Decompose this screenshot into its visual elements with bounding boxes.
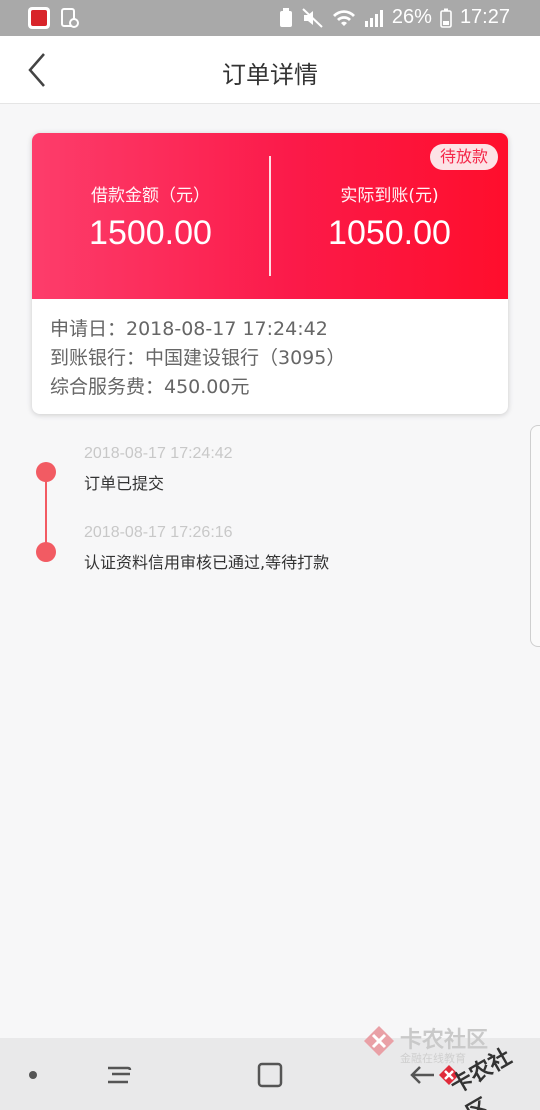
screen-record-icon bbox=[61, 8, 79, 28]
received-amount-label: 实际到账(元) bbox=[340, 186, 439, 206]
battery-icon bbox=[440, 8, 452, 28]
home-icon[interactable] bbox=[256, 1060, 284, 1090]
nav-bar: 订单详情 bbox=[0, 36, 540, 104]
service-fee: 综合服务费：450.00元 bbox=[50, 376, 250, 398]
signal-icon bbox=[364, 9, 383, 27]
status-badge: 待放款 bbox=[429, 144, 498, 170]
recent-apps-icon[interactable] bbox=[104, 1060, 134, 1090]
mute-icon bbox=[302, 7, 323, 28]
clock: 17:27 bbox=[459, 6, 510, 28]
timeline-text: 订单已提交 bbox=[84, 474, 165, 493]
timeline-time: 2018-08-17 17:24:42 bbox=[84, 445, 233, 462]
status-bar: 26% 17:27 bbox=[0, 0, 540, 36]
order-info: 申请日：2018-08-17 17:24:42 到账银行：中国建设银行（3095… bbox=[50, 315, 345, 402]
edge-panel-handle[interactable] bbox=[530, 425, 540, 647]
battery-percent: 26% bbox=[391, 6, 432, 28]
page-title: 订单详情 bbox=[222, 61, 318, 89]
loan-amount-value: 1500.00 bbox=[89, 214, 212, 252]
wifi-icon bbox=[332, 9, 355, 26]
timeline-text: 认证资料信用审核已通过,等待打款 bbox=[84, 553, 330, 572]
loan-amount-label: 借款金额（元） bbox=[91, 186, 210, 206]
timeline-dot bbox=[36, 462, 56, 482]
receiving-bank: 到账银行：中国建设银行（3095） bbox=[50, 347, 346, 369]
order-summary-card: 待放款 借款金额（元） 1500.00 实际到账(元) 1050.00 申请日：… bbox=[32, 133, 508, 414]
nav-dot-icon[interactable] bbox=[28, 1070, 38, 1080]
apply-date: 申请日：2018-08-17 17:24:42 bbox=[50, 318, 328, 340]
loan-amount-block: 借款金额（元） 1500.00 bbox=[32, 181, 269, 253]
amount-panel: 待放款 借款金额（元） 1500.00 实际到账(元) 1050.00 bbox=[32, 133, 508, 299]
received-amount-block: 实际到账(元) 1050.00 bbox=[271, 181, 508, 253]
battery-saver-icon bbox=[279, 7, 292, 27]
app-notification-icon bbox=[28, 7, 50, 29]
timeline-time: 2018-08-17 17:26:16 bbox=[84, 524, 233, 541]
watermark: 卡农社区 金融在线教育 卡农社区 bbox=[362, 1020, 534, 1110]
timeline-dot bbox=[36, 542, 56, 562]
timeline-connector bbox=[45, 472, 47, 552]
received-amount-value: 1050.00 bbox=[328, 214, 451, 252]
watermark-logo-icon bbox=[364, 1026, 394, 1056]
